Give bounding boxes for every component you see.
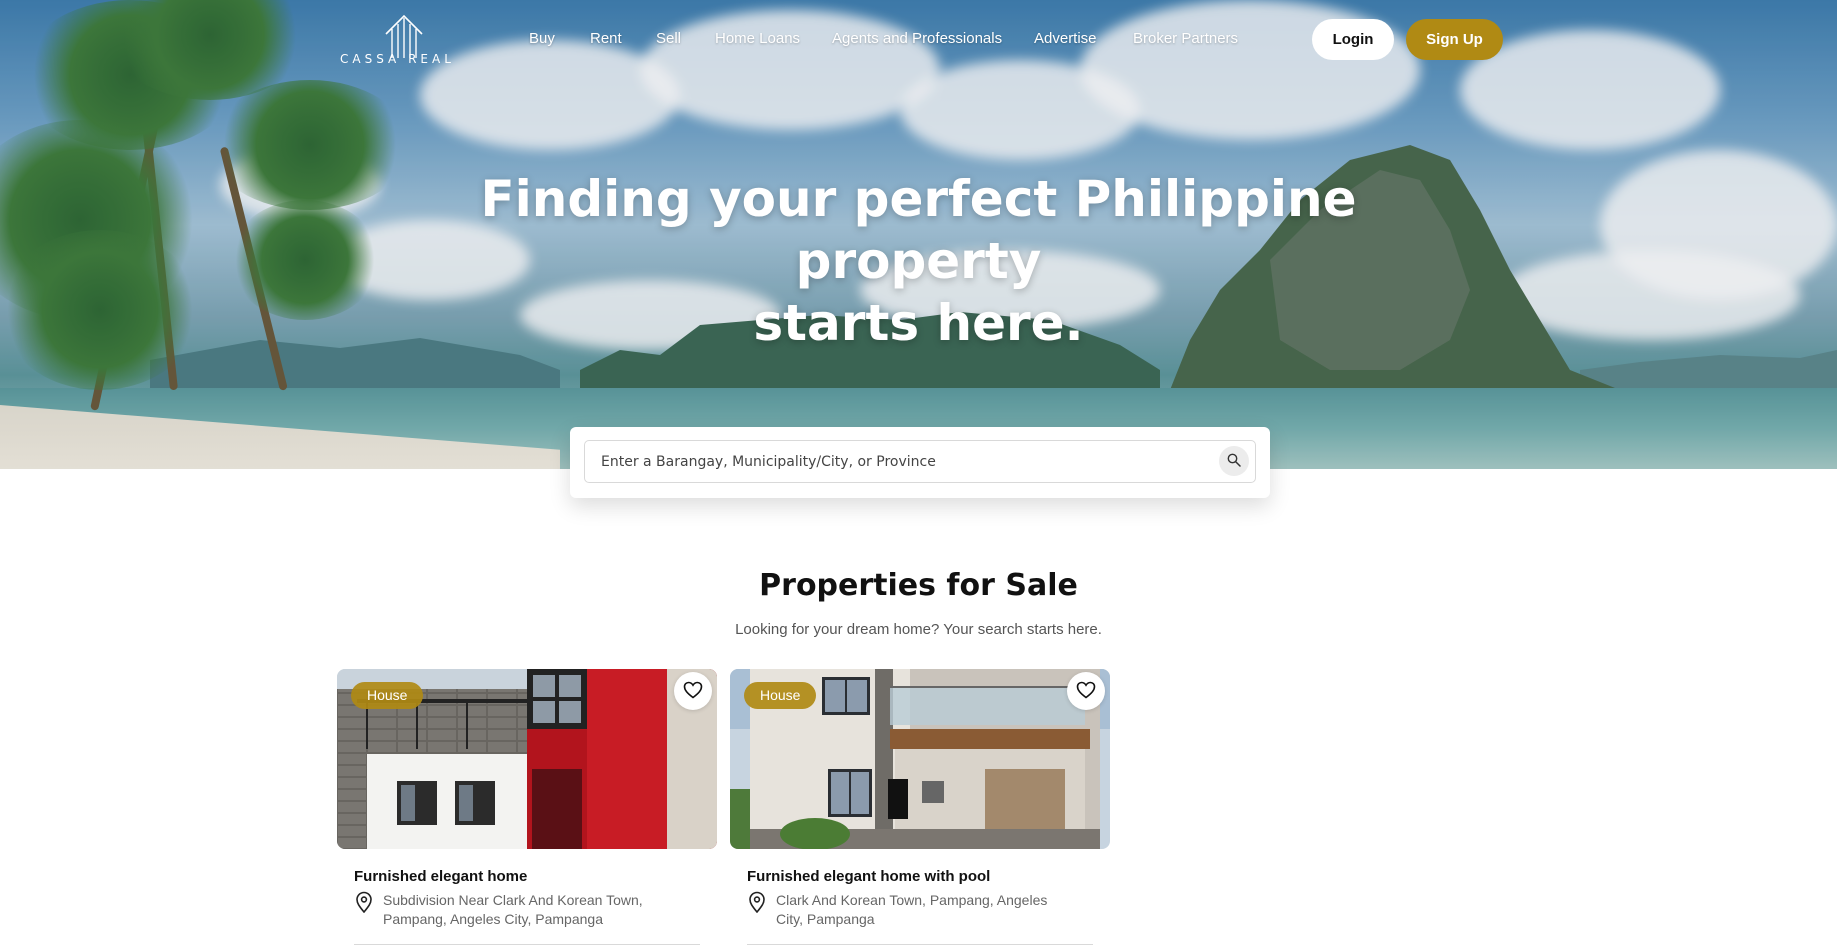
nav-agents-professionals[interactable]: Agents and Professionals bbox=[832, 30, 1002, 47]
location-pin-icon bbox=[356, 891, 372, 913]
nav-buy[interactable]: Buy bbox=[529, 30, 555, 47]
listing-title[interactable]: Furnished elegant home with pool bbox=[747, 868, 990, 885]
login-button[interactable]: Login bbox=[1312, 19, 1394, 60]
hero-headline-line1: Finding your perfect Philippine property bbox=[480, 170, 1357, 290]
property-type-badge: House bbox=[351, 682, 424, 709]
property-type-badge: House bbox=[744, 682, 817, 709]
hero-headline-line2: starts here. bbox=[753, 294, 1084, 352]
card-divider bbox=[354, 944, 700, 945]
nav-broker-partners[interactable]: Broker Partners bbox=[1133, 30, 1238, 47]
heart-icon bbox=[683, 681, 703, 699]
section-title: Properties for Sale bbox=[759, 568, 1078, 603]
signup-button[interactable]: Sign Up bbox=[1406, 19, 1503, 60]
favorite-button[interactable] bbox=[674, 672, 712, 710]
nav-home-loans[interactable]: Home Loans bbox=[715, 30, 800, 47]
listing-card[interactable]: House Furnished elegant home Subdivision… bbox=[337, 669, 717, 951]
listing-photo[interactable]: House bbox=[730, 669, 1110, 849]
nav-sell[interactable]: Sell bbox=[656, 30, 681, 47]
search-button[interactable] bbox=[1219, 446, 1249, 476]
listing-address: Subdivision Near Clark And Korean Town, … bbox=[383, 892, 643, 927]
listing-photo[interactable]: House bbox=[337, 669, 717, 849]
brand-logo[interactable]: CASSA REAL bbox=[340, 14, 462, 70]
listing-title[interactable]: Furnished elegant home bbox=[354, 868, 527, 885]
search-box bbox=[584, 440, 1256, 483]
search-card bbox=[570, 427, 1270, 498]
location-pin-icon bbox=[749, 891, 765, 913]
listing-card[interactable]: House Furnished elegant home with pool C… bbox=[730, 669, 1110, 951]
hero-headline: Finding your perfect Philippine property… bbox=[418, 168, 1419, 354]
card-divider bbox=[747, 944, 1093, 945]
nav-rent[interactable]: Rent bbox=[590, 30, 622, 47]
logo-text: CASSA REAL bbox=[340, 52, 455, 66]
search-input[interactable] bbox=[586, 442, 1206, 481]
heart-icon bbox=[1076, 681, 1096, 699]
section-subtitle: Looking for your dream home? Your search… bbox=[735, 621, 1102, 638]
search-icon bbox=[1227, 453, 1241, 467]
favorite-button[interactable] bbox=[1067, 672, 1105, 710]
listing-address: Clark And Korean Town, Pampang, Angeles … bbox=[776, 892, 1048, 927]
nav-advertise[interactable]: Advertise bbox=[1034, 30, 1097, 47]
